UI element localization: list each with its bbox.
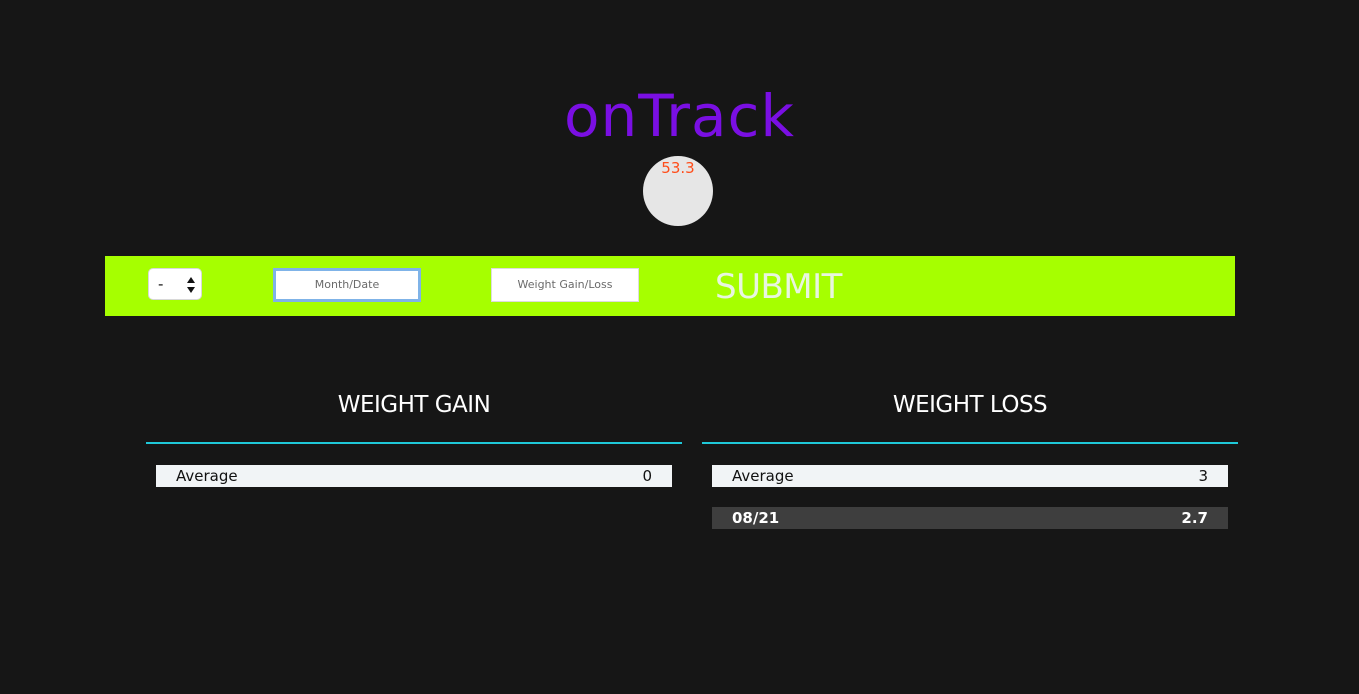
weight-input[interactable]: Weight Gain/Loss xyxy=(491,268,639,302)
weight-gain-heading: WEIGHT GAIN xyxy=(337,392,491,418)
weight-loss-entry-value: 2.7 xyxy=(1181,509,1208,527)
submit-button[interactable]: SUBMIT xyxy=(715,265,842,309)
weight-input-placeholder: Weight Gain/Loss xyxy=(517,278,613,291)
app-title: onTrack xyxy=(563,82,795,150)
weight-gain-divider xyxy=(146,442,682,444)
weight-loss-average-value: 3 xyxy=(1198,467,1208,485)
weight-gain-average-row: Average 0 xyxy=(156,465,672,487)
progress-indicator: 53.3 xyxy=(643,156,713,226)
weight-loss-average-label: Average xyxy=(732,467,794,485)
entry-form: - Month/Date Weight Gain/Loss SUBMIT xyxy=(105,256,1235,316)
weight-loss-divider xyxy=(702,442,1238,444)
app-root: onTrack 53.3 - Month/Date Weight Gain/Lo… xyxy=(0,0,1359,694)
weight-loss-entry-row: 08/21 2.7 xyxy=(712,507,1228,529)
weight-gain-average-label: Average xyxy=(176,467,238,485)
weight-gain-average-value: 0 xyxy=(642,467,652,485)
weight-loss-heading: WEIGHT LOSS xyxy=(892,392,1048,418)
gain-loss-select-value: - xyxy=(158,275,164,293)
weight-loss-entry-date: 08/21 xyxy=(732,509,780,527)
date-input-placeholder: Month/Date xyxy=(314,278,380,291)
weight-loss-average-row: Average 3 xyxy=(712,465,1228,487)
gain-loss-select[interactable]: - xyxy=(148,268,202,300)
select-arrows-icon xyxy=(187,277,195,293)
date-input[interactable]: Month/Date xyxy=(273,268,421,302)
indicator-value: 53.3 xyxy=(661,159,695,177)
